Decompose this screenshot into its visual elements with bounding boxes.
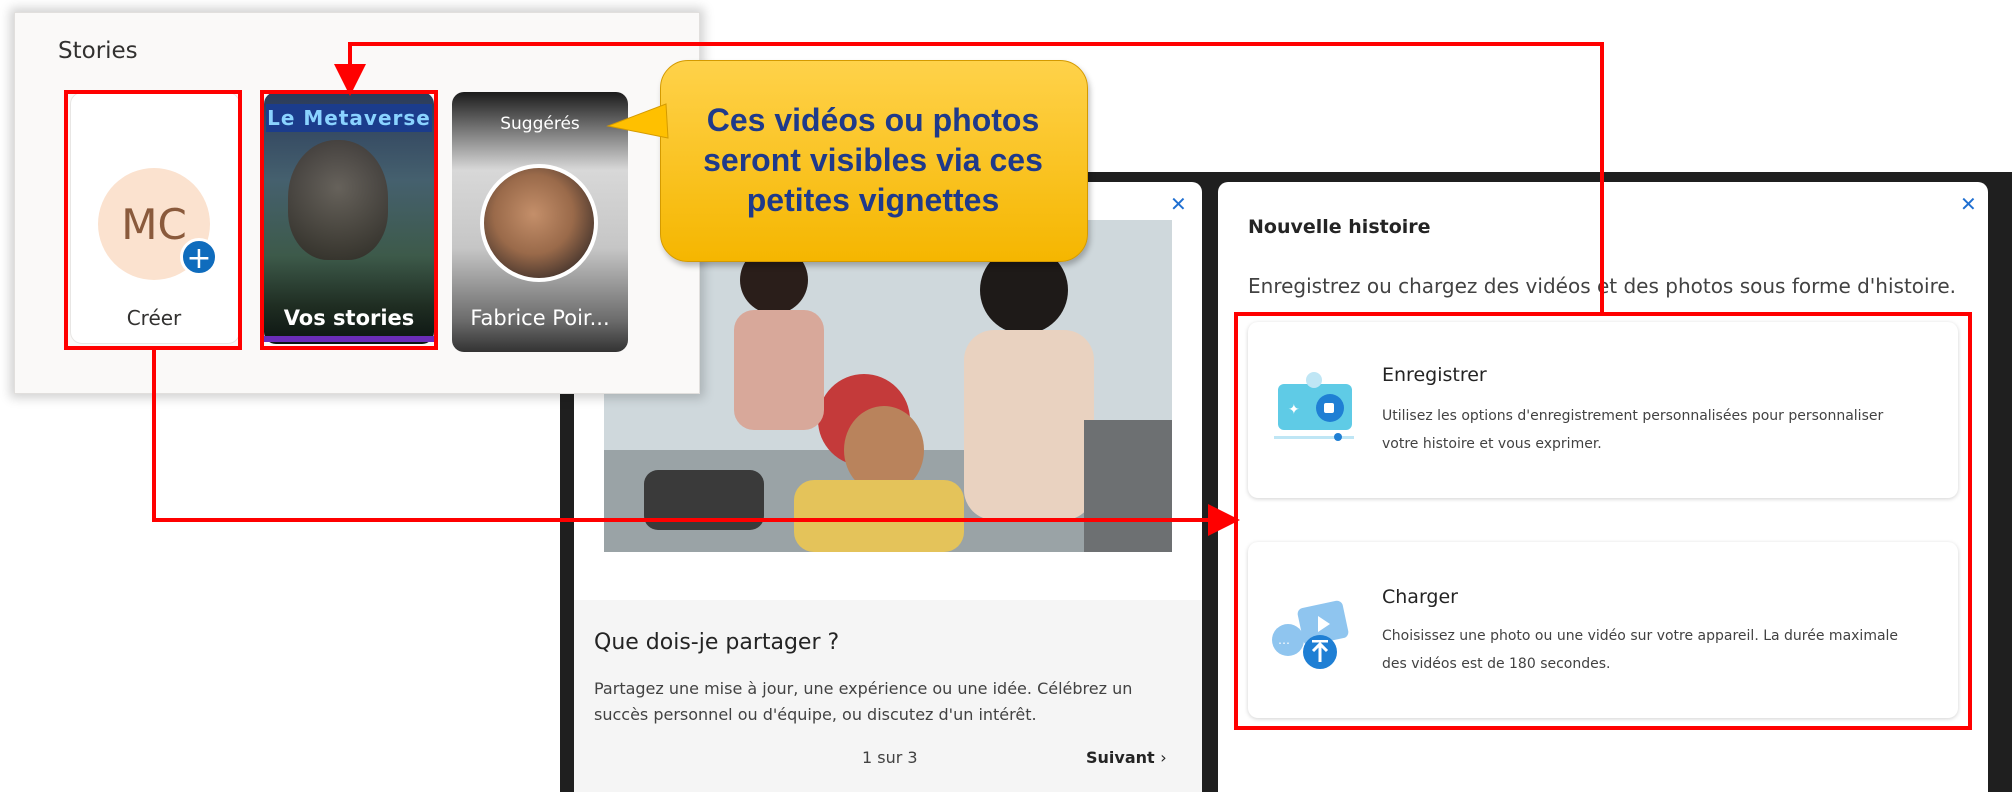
callout-line-3: petites vignettes [746,182,1000,218]
callout-text: Ces vidéos ou photos seront visibles via… [680,100,1066,220]
callout-line-2: seront visibles via ces [703,142,1043,178]
callout-line-1: Ces vidéos ou photos [706,102,1040,138]
